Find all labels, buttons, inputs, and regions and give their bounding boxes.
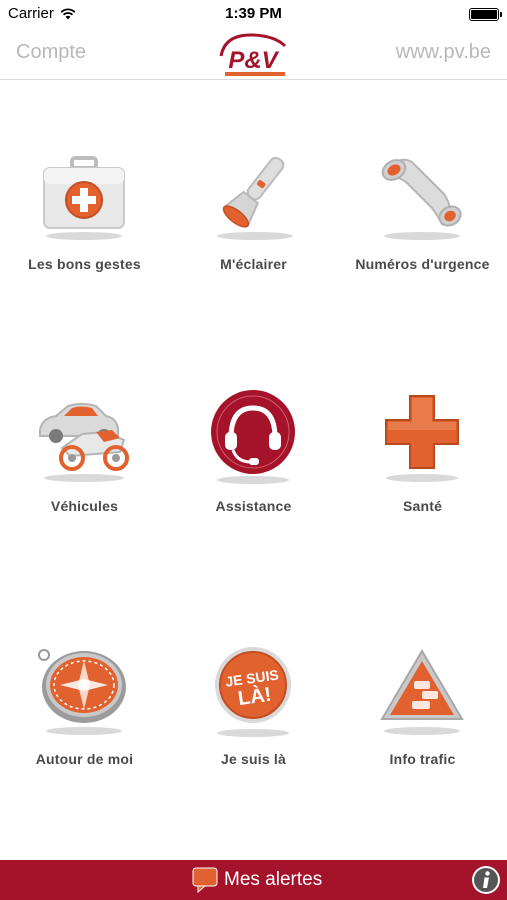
first-aid-kit-icon xyxy=(43,156,125,240)
tile-label: Numéros d'urgence xyxy=(355,256,490,272)
tile-bons-gestes[interactable]: Les bons gestes xyxy=(0,148,169,288)
tile-label: Assistance xyxy=(215,498,292,514)
info-icon[interactable] xyxy=(471,865,501,895)
tile-vehicules[interactable]: Véhicules xyxy=(0,390,169,530)
battery-icon xyxy=(469,8,502,21)
je-suis-la-badge-icon: JE SUIS LÀ! xyxy=(215,647,291,737)
alerts-button[interactable]: Mes alertes xyxy=(192,867,322,893)
logo-text: P&V xyxy=(228,47,279,74)
tile-label: Santé xyxy=(402,498,443,514)
tile-label: Info trafic xyxy=(389,751,456,767)
website-link[interactable]: www.pv.be xyxy=(396,41,491,64)
flashlight-icon xyxy=(217,156,293,240)
tile-eclairer[interactable]: M'éclairer xyxy=(169,148,338,288)
tile-autour-de-moi[interactable]: Autour de moi xyxy=(0,643,169,783)
tile-label: Je suis là xyxy=(220,751,287,767)
tile-label: Autour de moi xyxy=(35,751,134,767)
tile-sante[interactable]: Santé xyxy=(338,390,507,530)
car-motorcycle-icon xyxy=(39,403,129,482)
tile-label: Véhicules xyxy=(50,498,119,514)
tile-assistance[interactable]: Assistance xyxy=(169,390,338,530)
medical-cross-icon xyxy=(385,395,459,482)
headset-icon xyxy=(211,390,295,484)
nav-bar: Compte P&V www.pv.be xyxy=(0,28,507,80)
tile-label: Les bons gestes xyxy=(28,256,141,272)
alerts-label: Mes alertes xyxy=(224,869,323,890)
telephone-handset-icon xyxy=(381,158,462,240)
compass-icon xyxy=(38,649,126,735)
tile-label: M'éclairer xyxy=(220,256,287,272)
pv-logo: P&V xyxy=(219,33,287,76)
tile-numeros-urgence[interactable]: Numéros d'urgence xyxy=(338,148,507,288)
status-bar: Carrier 1:39 PM xyxy=(0,0,507,28)
tile-info-trafic[interactable]: Info trafic xyxy=(338,643,507,783)
status-time: 1:39 PM xyxy=(225,5,282,22)
account-link[interactable]: Compte xyxy=(16,41,86,64)
traffic-warning-icon xyxy=(380,649,464,735)
svg-text:LÀ!: LÀ! xyxy=(236,683,272,710)
speech-bubble-icon xyxy=(192,867,218,893)
tile-je-suis-la[interactable]: JE SUIS LÀ! Je suis là xyxy=(169,643,338,783)
bottom-bar: Mes alertes xyxy=(0,860,507,900)
